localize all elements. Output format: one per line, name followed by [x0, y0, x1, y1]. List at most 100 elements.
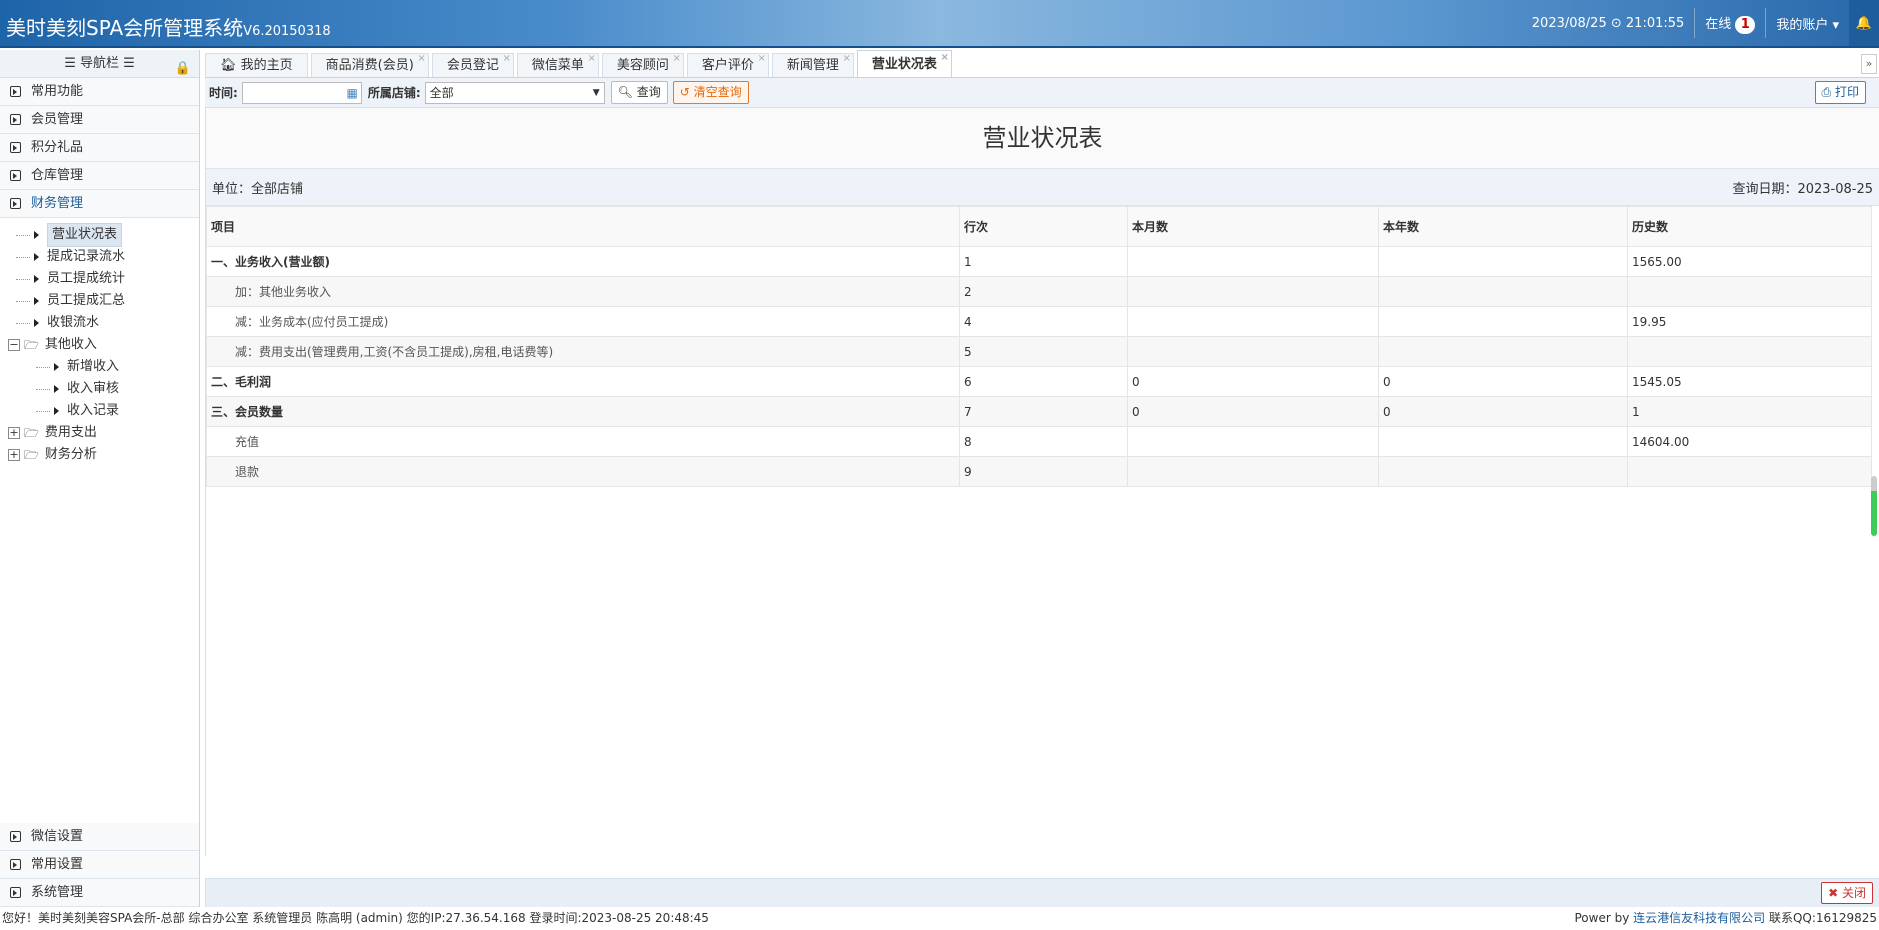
sidebar-menu-item[interactable]: 常用设置	[0, 851, 199, 879]
my-account-menu[interactable]: 我的账户 ▾	[1776, 14, 1839, 33]
tab[interactable]: 客户评价 ×	[686, 53, 769, 77]
tab-close-icon[interactable]: ×	[417, 47, 425, 71]
tab[interactable]: 新闻管理 ×	[771, 53, 854, 77]
search-icon: 🔍︎	[617, 85, 633, 99]
caret-right-icon	[34, 297, 39, 305]
tree-node[interactable]: 新增收入	[8, 356, 199, 378]
tree-node[interactable]: 收入审核	[8, 378, 199, 400]
collapse-icon[interactable]: −	[8, 339, 20, 351]
sidebar-menu-item[interactable]: 财务管理	[0, 190, 199, 218]
table-cell: 6	[959, 366, 1128, 397]
store-select[interactable]: 全部 ▼	[424, 81, 605, 104]
printer-icon: ⎙	[1821, 85, 1832, 99]
online-users[interactable]: 在线 1	[1705, 13, 1756, 34]
table-cell	[1127, 276, 1379, 307]
tree-node[interactable]: 员工提成汇总	[8, 290, 199, 312]
tab-close-icon[interactable]: ×	[672, 47, 680, 71]
tab[interactable]: 营业状况表 ×	[856, 50, 952, 77]
tree-node[interactable]: 收入记录	[8, 400, 199, 422]
company-link[interactable]: 连云港信友科技有限公司	[1633, 911, 1765, 925]
app-version: V6.20150318	[243, 24, 331, 39]
bell-icon[interactable]: 🔔	[1849, 0, 1879, 46]
tab-bar: 🏠︎ 我的主页 商品消费(会员) × 会员登记 × 微信菜单 × 美容顾问 × 客户评价 × 新闻管理…	[205, 50, 1879, 78]
tree-node[interactable]: 收银流水	[8, 312, 199, 334]
table-cell: 二、毛利润	[206, 366, 960, 397]
expand-icon[interactable]: +	[8, 449, 20, 461]
table-cell: 19.95	[1627, 306, 1872, 337]
header-time: 21:01:55	[1625, 15, 1685, 31]
tree-node-label: 收入记录	[67, 403, 120, 418]
tab-close-icon[interactable]: ×	[843, 47, 851, 71]
menu-label: 常用功能	[31, 83, 84, 99]
tab-close-icon[interactable]: ×	[941, 44, 949, 71]
table-cell	[1127, 306, 1379, 337]
calendar-icon[interactable]: ▦	[346, 83, 357, 103]
query-date: 查询日期：2023-08-25	[1732, 181, 1873, 197]
menu-label: 微信设置	[31, 828, 84, 844]
table-cell: 0	[1378, 396, 1628, 427]
tab[interactable]: 🏠︎ 我的主页	[205, 53, 308, 77]
tree-node-label: 费用支出	[44, 425, 97, 440]
scrollbar[interactable]	[1871, 476, 1877, 536]
tab[interactable]: 商品消费(会员) ×	[310, 53, 429, 77]
sidebar-menu-item[interactable]: 积分礼品	[0, 134, 199, 162]
caret-right-icon	[54, 407, 59, 415]
bottom-bar: ✖ 关闭	[205, 878, 1879, 907]
table-cell: 5	[959, 336, 1128, 367]
tree-node[interactable]: + 🗁 费用支出	[8, 422, 199, 444]
table-cell: 三、会员数量	[206, 396, 960, 427]
sidebar-menu-item[interactable]: 会员管理	[0, 106, 199, 134]
sidebar-menu-item[interactable]: 常用功能	[0, 78, 199, 106]
sidebar-menu-item[interactable]: 微信设置	[0, 823, 199, 851]
sidebar-menu-item[interactable]: 系统管理	[0, 879, 199, 907]
column-header: 行次	[959, 206, 1128, 247]
tree-node[interactable]: 员工提成统计	[8, 268, 199, 290]
table-cell: 加：其他业务收入	[206, 276, 960, 307]
table-row: 加：其他业务收入 2	[206, 276, 1872, 307]
tabs-more-icon[interactable]: »	[1861, 54, 1877, 74]
menu-label: 积分礼品	[31, 139, 84, 155]
tab-close-icon[interactable]: ×	[757, 47, 765, 71]
tab-close-icon[interactable]: ×	[587, 47, 595, 71]
tree-node[interactable]: 营业状况表	[8, 223, 199, 247]
expand-icon	[10, 170, 21, 181]
table-row: 三、会员数量 7 0 0 1	[206, 396, 1872, 427]
sidebar-menu-item[interactable]: 仓库管理	[0, 162, 199, 190]
table-cell: 0	[1378, 366, 1628, 397]
time-input[interactable]: ▦	[241, 81, 362, 104]
caret-right-icon	[34, 319, 39, 327]
expand-icon	[10, 887, 21, 898]
search-toolbar: 时间: ▦ 所属店铺: 全部 ▼ 🔍︎ 查询 ↺ 清空查询 ⎙ 打印	[205, 78, 1879, 108]
table-cell: 1	[1627, 396, 1872, 427]
tree-node[interactable]: + 🗁 财务分析	[8, 444, 199, 466]
tree-node-label: 新增收入	[67, 359, 120, 374]
lock-icon[interactable]: 🔒	[175, 55, 191, 83]
table-row: 减：业务成本(应付员工提成) 4 19.95	[206, 306, 1872, 337]
tab[interactable]: 微信菜单 ×	[516, 53, 599, 77]
folder-icon: 🗁	[24, 448, 39, 462]
tab-close-icon[interactable]: ×	[502, 47, 510, 71]
table-cell	[1378, 276, 1628, 307]
tree-node-label: 营业状况表	[47, 223, 123, 247]
report-unit: 单位：全部店铺	[212, 181, 304, 197]
expand-icon[interactable]: +	[8, 427, 20, 439]
tree-node-label: 提成记录流水	[47, 249, 126, 264]
home-icon: 🏠︎	[220, 58, 241, 73]
finance-tree: 营业状况表提成记录流水员工提成统计 员工提成汇总 收银流水 − 🗁 其他收入新增收入收入审…	[0, 218, 199, 466]
tree-node[interactable]: 提成记录流水	[8, 246, 199, 268]
time-label: 时间:	[209, 86, 238, 100]
search-button[interactable]: 🔍︎ 查询	[610, 81, 668, 104]
menu-label: 会员管理	[31, 111, 84, 127]
report-table: 项目 行次 本月数 本年数 历史数 一、业务收入(营业额) 1 1565.00 加：其他业务收…	[206, 206, 1872, 487]
print-button[interactable]: ⎙ 打印	[1814, 81, 1866, 104]
table-row: 充值 8 14604.00	[206, 426, 1872, 457]
table-cell: 减：费用支出(管理费用,工资(不含员工提成),房租,电话费等)	[206, 336, 960, 367]
tab[interactable]: 会员登记 ×	[431, 53, 514, 77]
table-cell	[1127, 456, 1379, 487]
expand-icon	[10, 142, 21, 153]
tree-node[interactable]: − 🗁 其他收入	[8, 334, 199, 356]
close-button[interactable]: ✖ 关闭	[1821, 882, 1873, 904]
clear-search-button[interactable]: ↺ 清空查询	[672, 81, 749, 104]
table-cell: 充值	[206, 426, 960, 457]
tab[interactable]: 美容顾问 ×	[601, 53, 684, 77]
